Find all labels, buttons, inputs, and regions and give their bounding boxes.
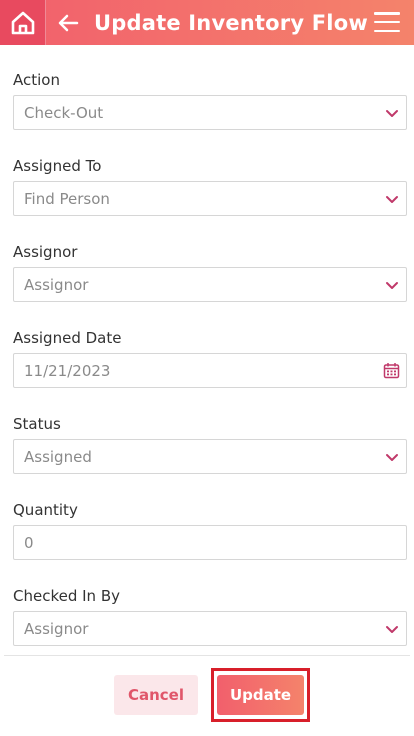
assigned-date-input[interactable]: 11/21/2023 [13,353,407,388]
assigned-to-label: Assigned To [13,157,102,175]
update-button-focus-outline: Update [211,668,310,722]
chevron-down-icon [386,110,398,117]
status-value: Assigned [24,447,92,466]
action-value: Check-Out [24,103,104,122]
assignor-select[interactable]: Assignor [13,267,407,302]
assigned-date-label: Assigned Date [13,329,122,347]
update-button[interactable]: Update [217,675,304,715]
footer-divider [4,655,410,656]
checked-in-by-select[interactable]: Assignor [13,611,407,646]
action-select[interactable]: Check-Out [13,95,407,130]
calendar-icon[interactable] [383,362,400,379]
chevron-down-icon [386,282,398,289]
home-button[interactable] [0,0,46,45]
assignor-field: Assignor Assignor [13,242,407,302]
app-header: Update Inventory Flow [0,0,414,45]
assigned-to-placeholder: Find Person [24,189,110,208]
assigned-to-select[interactable]: Find Person [13,181,407,216]
status-label: Status [13,415,61,433]
chevron-down-icon [386,626,398,633]
quantity-placeholder: 0 [24,533,34,552]
chevron-down-icon [386,196,398,203]
hamburger-menu-icon [374,12,400,15]
action-label: Action [13,71,60,89]
home-icon [11,11,34,34]
checked-in-by-placeholder: Assignor [24,619,89,638]
status-field: Status Assigned [13,414,407,474]
chevron-down-icon [386,454,398,461]
assigned-to-field: Assigned To Find Person [13,156,407,216]
back-button[interactable] [48,0,88,45]
action-field: Action Check-Out [13,70,407,130]
quantity-field: Quantity 0 [13,500,407,560]
checked-in-by-field: Checked In By Assignor [13,586,407,646]
assigned-date-value: 11/21/2023 [24,361,111,380]
arrow-left-icon [58,14,79,31]
assignor-placeholder: Assignor [24,275,89,294]
cancel-button[interactable]: Cancel [114,675,198,715]
assigned-date-field: Assigned Date 11/21/2023 [13,328,407,388]
quantity-label: Quantity [13,501,78,519]
checked-in-by-label: Checked In By [13,587,120,605]
assignor-label: Assignor [13,243,78,261]
page-title: Update Inventory Flow [94,10,368,35]
hamburger-menu-button[interactable] [374,11,400,33]
status-select[interactable]: Assigned [13,439,407,474]
quantity-input[interactable]: 0 [13,525,407,560]
